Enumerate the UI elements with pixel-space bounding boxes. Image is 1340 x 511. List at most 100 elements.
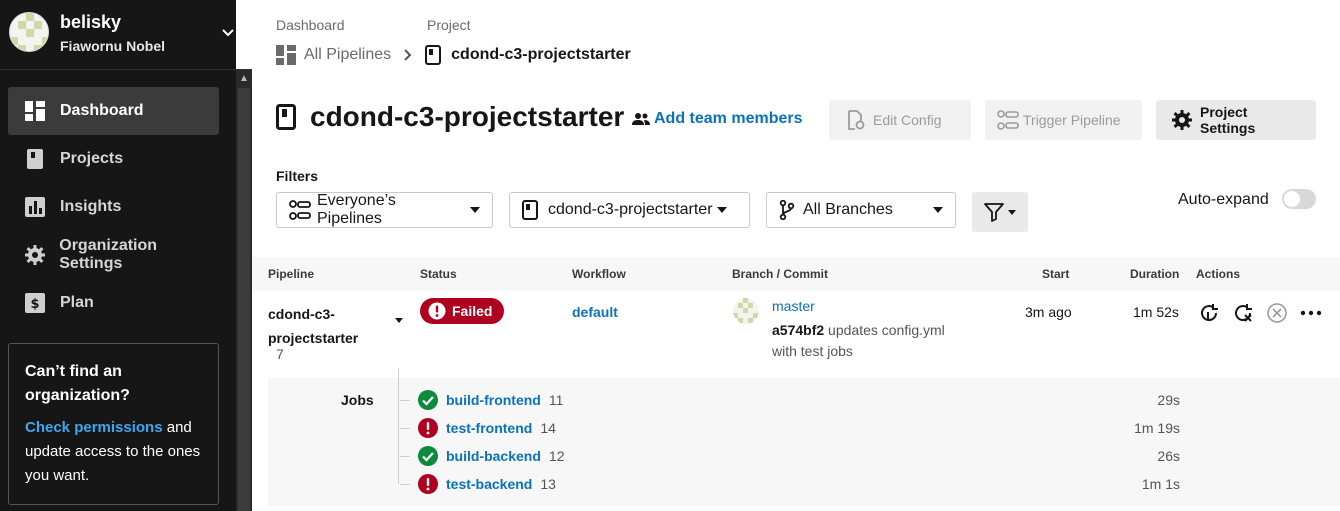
job-duration: 29s	[1157, 392, 1180, 408]
project-name: cdond-c3-projectstarter	[310, 101, 625, 132]
trigger-pipeline-label: Trigger Pipeline	[1023, 112, 1121, 128]
job-duration: 26s	[1157, 448, 1180, 464]
column-header: Duration	[1130, 267, 1180, 281]
breadcrumb-label-project: Project	[427, 17, 471, 33]
toggle-knob	[1284, 191, 1300, 207]
job-row[interactable]: test-backend 13	[400, 470, 1200, 498]
job-duration: 1m 1s	[1141, 476, 1180, 492]
projects-icon	[24, 148, 46, 170]
jobs-panel: Jobs build-frontend 11 29s test-frontend…	[268, 368, 1340, 506]
avatar	[733, 298, 759, 324]
pipeline-name[interactable]: cdond-c3-projectstarter	[268, 302, 368, 350]
commit-sha[interactable]: a574bf2	[772, 322, 824, 338]
failed-icon	[418, 418, 438, 438]
project-icon	[276, 104, 296, 130]
trigger-pipeline-button[interactable]: Trigger Pipeline	[985, 100, 1142, 140]
column-header: Start	[1042, 267, 1070, 281]
table-row[interactable]: cdond-c3-projectstarter 7 Failed default…	[252, 291, 1340, 378]
page-title: cdond-c3-projectstarter	[276, 101, 624, 133]
job-row[interactable]: test-frontend 14	[400, 414, 1200, 442]
rerun-icon[interactable]	[1198, 302, 1220, 324]
sidebar-item-label: Insights	[60, 198, 122, 215]
sidebar-item-insights[interactable]: Insights	[8, 183, 219, 231]
check-permissions-link[interactable]: Check permissions	[25, 419, 163, 436]
column-header: Pipeline	[268, 267, 315, 281]
sidebar-item-label: Projects	[60, 150, 124, 167]
expand-caret-icon[interactable]	[395, 310, 403, 326]
more-options-icon[interactable]	[1300, 302, 1322, 324]
breadcrumb: All Pipelines cdond-c3-projectstarter	[276, 45, 631, 65]
job-duration: 1m 19s	[1134, 420, 1180, 436]
sidebar-item-dashboard[interactable]: Dashboard	[8, 87, 219, 135]
start-time: 3m ago	[1025, 304, 1072, 320]
jobs-label: Jobs	[341, 392, 374, 408]
edit-file-icon	[845, 110, 865, 130]
sidebar-scrollbar[interactable]: ▲	[236, 70, 252, 511]
cancel-icon[interactable]	[1266, 302, 1288, 324]
branch-link[interactable]: master	[772, 298, 815, 314]
auto-expand-label: Auto-expand	[1178, 191, 1269, 208]
success-icon	[418, 390, 438, 410]
status-label: Failed	[452, 303, 493, 319]
job-name[interactable]: test-frontend	[446, 420, 532, 436]
scroll-up-icon[interactable]: ▲	[239, 74, 249, 84]
filter-button[interactable]	[972, 192, 1028, 232]
job-number: 11	[548, 392, 564, 408]
success-icon	[418, 446, 438, 466]
help-title: Can’t find an organization?	[25, 363, 130, 404]
sidebar-item-projects[interactable]: Projects	[8, 135, 219, 183]
breadcrumb-project[interactable]: cdond-c3-projectstarter	[451, 46, 631, 64]
duration: 1m 52s	[1133, 304, 1179, 320]
branches-filter-value: All Branches	[803, 201, 893, 218]
job-number: 13	[540, 476, 556, 492]
sidebar: belisky Fiawornu Nobel Dashboard Project…	[0, 0, 252, 511]
pipelines-filter-select[interactable]: Everyone’s Pipelines	[276, 192, 493, 228]
sidebar-item-organization-settings[interactable]: Organization Settings	[8, 231, 219, 279]
failed-icon	[418, 474, 438, 494]
column-header: Branch / Commit	[732, 267, 829, 281]
trigger-icon	[997, 110, 1019, 130]
project-filter-select[interactable]: cdond-c3-projectstarter	[509, 192, 750, 228]
rerun-failed-icon[interactable]	[1232, 302, 1254, 324]
workflow-link[interactable]: default	[572, 304, 618, 320]
job-name[interactable]: build-frontend	[446, 392, 541, 408]
pipeline-number: 7	[276, 346, 284, 362]
job-number: 14	[540, 420, 556, 436]
job-row[interactable]: build-frontend 11	[400, 386, 1200, 414]
user-name: belisky	[60, 12, 122, 32]
project-filter-value: cdond-c3-projectstarter	[548, 201, 713, 218]
row-actions	[1198, 302, 1334, 324]
sidebar-item-label: Plan	[60, 294, 94, 311]
edit-config-button[interactable]: Edit Config	[829, 100, 971, 140]
all-pipelines-icon	[276, 45, 296, 65]
job-row[interactable]: build-backend 12	[400, 442, 1200, 470]
insights-icon	[24, 196, 46, 218]
sidebar-item-label: Organization Settings	[59, 237, 158, 272]
user-switcher[interactable]: belisky Fiawornu Nobel	[0, 0, 252, 70]
add-team-members-link[interactable]: Add team members	[632, 110, 803, 128]
pipelines-filter-value: Everyone’s Pipelines	[317, 192, 396, 227]
column-header: Actions	[1196, 267, 1241, 281]
breadcrumb-all-pipelines[interactable]: All Pipelines	[304, 46, 391, 64]
auto-expand-toggle[interactable]	[1282, 189, 1316, 209]
commit-info: a574bf2 updates config.yml with test job…	[772, 320, 962, 362]
job-number: 12	[548, 448, 565, 464]
project-icon	[425, 45, 442, 65]
column-header: Status	[420, 267, 457, 281]
job-name[interactable]: test-backend	[446, 476, 532, 492]
avatar	[9, 12, 49, 52]
status-badge[interactable]: Failed	[420, 298, 505, 324]
chevron-down-icon[interactable]	[220, 24, 236, 40]
scrollbar-thumb[interactable]	[238, 88, 250, 511]
branches-filter-select[interactable]: All Branches	[766, 192, 956, 228]
team-icon	[632, 113, 650, 125]
project-settings-button[interactable]: Project Settings	[1156, 100, 1316, 140]
sidebar-item-plan[interactable]: $ Plan	[8, 279, 219, 327]
gear-icon	[1172, 110, 1192, 130]
add-team-label: Add team members	[654, 110, 803, 127]
project-icon	[522, 200, 538, 220]
breadcrumb-label-dashboard: Dashboard	[276, 17, 345, 33]
chevron-right-icon	[404, 49, 412, 61]
project-settings-label: Project Settings	[1200, 104, 1256, 136]
job-name[interactable]: build-backend	[446, 448, 541, 464]
